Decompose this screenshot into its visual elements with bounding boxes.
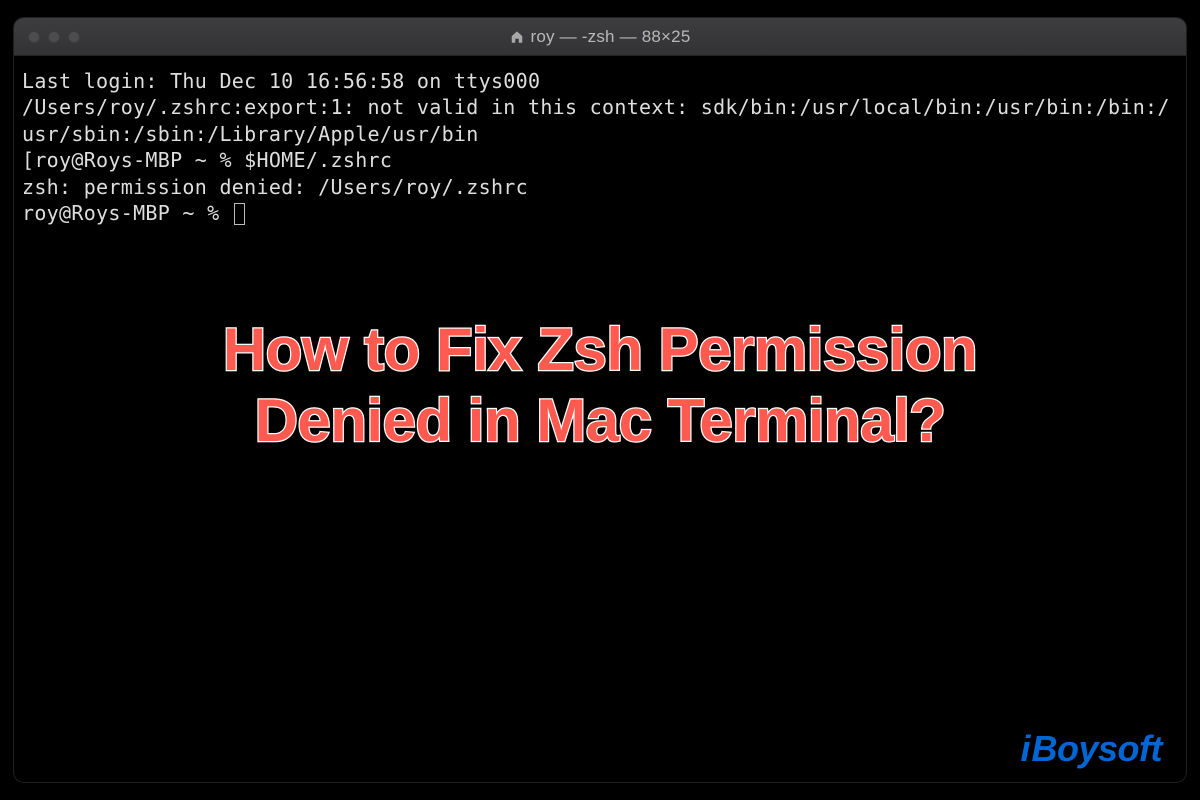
terminal-line: zsh: permission denied: /Users/roy/.zshr… (22, 174, 1178, 200)
traffic-lights (14, 31, 80, 43)
minimize-button[interactable] (48, 31, 60, 43)
terminal-line: Last login: Thu Dec 10 16:56:58 on ttys0… (22, 68, 1178, 94)
home-icon (510, 30, 524, 44)
maximize-button[interactable] (68, 31, 80, 43)
terminal-prompt-line: roy@Roys-MBP ~ % (22, 200, 1178, 226)
terminal-prompt-text: roy@Roys-MBP ~ % (22, 201, 232, 225)
headline-line-1: How to Fix Zsh Permission (223, 316, 977, 383)
terminal-line: [roy@Roys-MBP ~ % $HOME/.zshrc (22, 147, 1178, 173)
headline-line-2: Denied in Mac Terminal? (255, 387, 946, 454)
window-title: roy — -zsh — 88×25 (14, 27, 1186, 47)
terminal-cursor (234, 203, 245, 225)
window-title-text: roy — -zsh — 88×25 (531, 27, 691, 47)
close-button[interactable] (28, 31, 40, 43)
terminal-line: /Users/roy/.zshrc:export:1: not valid in… (22, 94, 1178, 147)
overlay-headline: How to Fix Zsh Permission Denied in Mac … (0, 315, 1200, 457)
brand-prefix: i (1020, 728, 1030, 770)
title-bar[interactable]: roy — -zsh — 88×25 (14, 18, 1186, 56)
brand-rest: Boysoft (1032, 728, 1163, 770)
brand-logo: iBoysoft (1020, 728, 1162, 770)
